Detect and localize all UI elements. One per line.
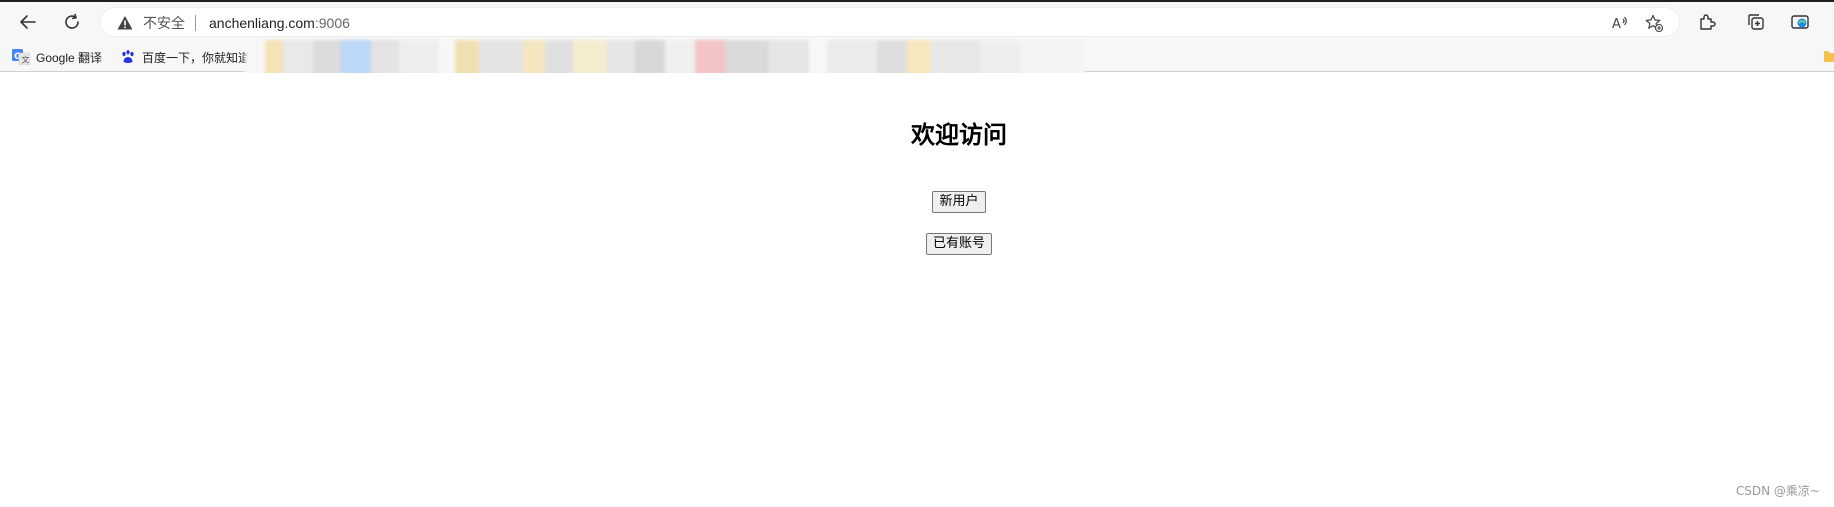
page-title: 欢迎访问: [911, 121, 1007, 149]
security-status-label[interactable]: 不安全: [143, 14, 185, 32]
url-text[interactable]: anchenliang.com:9006: [209, 14, 350, 32]
google-translate-icon: G 文: [12, 49, 30, 65]
svg-text:A: A: [1612, 17, 1621, 32]
browser-window: 不安全 anchenliang.com:9006 A G 文 Google 翻译…: [0, 0, 1834, 507]
edge-profile-icon[interactable]: [1790, 12, 1810, 32]
existing-account-row: 已有账号: [0, 233, 1834, 255]
existing-account-button[interactable]: 已有账号: [925, 233, 992, 255]
extensions-icon[interactable]: [1697, 12, 1717, 32]
new-user-row: 新用户: [0, 191, 1834, 213]
svg-text:文: 文: [22, 55, 30, 65]
watermark: CSDN @乘凉~: [1735, 484, 1820, 498]
bookmark-baidu[interactable]: 百度一下，你就知道: [120, 48, 250, 66]
add-favorite-icon[interactable]: [1645, 14, 1663, 32]
warning-triangle-icon: [117, 16, 133, 30]
bookmark-label: 百度一下，你就知道: [142, 50, 251, 65]
read-aloud-icon[interactable]: A: [1611, 14, 1629, 32]
url-port: :9006: [314, 15, 350, 31]
bookmark-google-translate[interactable]: G 文 Google 翻译: [12, 48, 102, 66]
reload-button[interactable]: [58, 8, 86, 36]
page-content: 欢迎访问 新用户 已有账号 CSDN @乘凉~: [0, 73, 1834, 507]
collections-icon[interactable]: [1746, 12, 1766, 32]
baidu-paw-icon: [122, 50, 134, 63]
bookmark-label: Google 翻译: [36, 50, 103, 65]
address-bar[interactable]: 不安全 anchenliang.com:9006 A: [100, 7, 1680, 37]
browser-toolbar: 不安全 anchenliang.com:9006 A: [0, 2, 1834, 40]
back-button[interactable]: [14, 8, 42, 36]
folder-icon[interactable]: [1822, 48, 1834, 64]
url-host: anchenliang.com: [209, 15, 315, 31]
address-separator: [195, 15, 196, 31]
arrow-left-icon: [20, 15, 36, 29]
new-user-button[interactable]: 新用户: [932, 191, 986, 213]
reload-icon: [65, 13, 79, 29]
